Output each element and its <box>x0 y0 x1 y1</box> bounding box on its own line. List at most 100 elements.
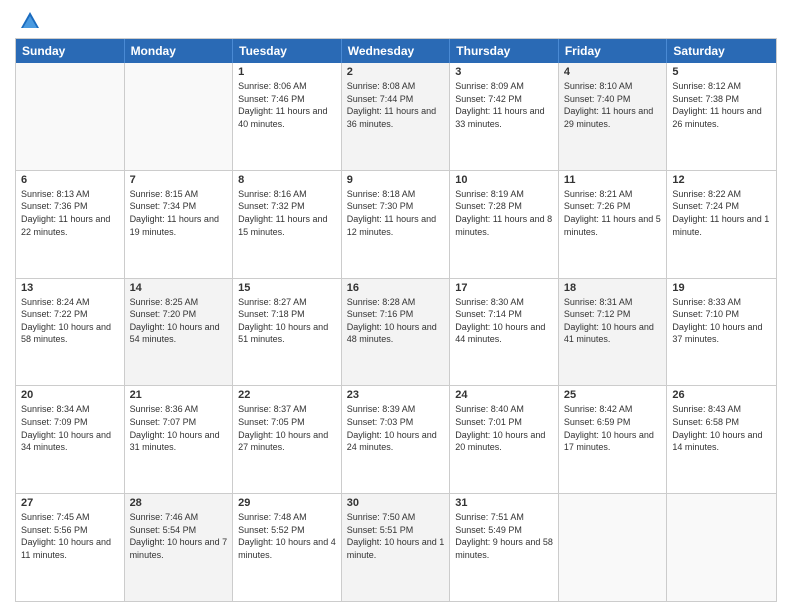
day-cell-6: 6Sunrise: 8:13 AMSunset: 7:36 PMDaylight… <box>16 171 125 278</box>
day-number: 2 <box>347 66 445 78</box>
day-number: 6 <box>21 174 119 186</box>
day-number: 24 <box>455 389 553 401</box>
day-number: 13 <box>21 282 119 294</box>
calendar-week-4: 20Sunrise: 8:34 AMSunset: 7:09 PMDayligh… <box>16 385 776 493</box>
calendar-week-3: 13 Sunrise: 8:24 AMSunset: 7:22 PMDayligh… <box>16 278 776 386</box>
day-info: Sunrise: 8:09 AMSunset: 7:42 PMDaylight:… <box>455 80 553 130</box>
day-cell-20: 20Sunrise: 8:34 AMSunset: 7:09 PMDayligh… <box>16 386 125 493</box>
empty-cell <box>559 494 668 601</box>
logo <box>15 10 41 32</box>
day-info: Sunrise: 8:22 AMSunset: 7:24 PMDaylight:… <box>672 188 771 238</box>
weekday-header-monday: Monday <box>125 39 234 63</box>
day-info: Sunrise: 8:27 AMSunset: 7:18 PMDaylight:… <box>238 296 336 346</box>
day-number: 27 <box>21 497 119 509</box>
day-cell-13: 13 Sunrise: 8:24 AMSunset: 7:22 PMDayligh… <box>16 279 125 386</box>
day-info: Sunrise: 8:15 AMSunset: 7:34 PMDaylight:… <box>130 188 228 238</box>
day-info: Sunrise: 8:31 AMSunset: 7:12 PMDaylight:… <box>564 296 662 346</box>
day-cell-25: 25 Sunrise: 8:42 AMSunset: 6:59 PMDayligh… <box>559 386 668 493</box>
calendar-week-5: 27 Sunrise: 7:45 AMSunset: 5:56 PMDayligh… <box>16 493 776 601</box>
day-info: Sunrise: 8:08 AMSunset: 7:44 PMDaylight:… <box>347 80 445 130</box>
day-number: 11 <box>564 174 662 186</box>
logo-icon <box>19 10 41 32</box>
empty-cell <box>16 63 125 170</box>
day-number: 15 <box>238 282 336 294</box>
day-cell-10: 10Sunrise: 8:19 AMSunset: 7:28 PMDayligh… <box>450 171 559 278</box>
empty-cell <box>667 494 776 601</box>
day-cell-26: 26 Sunrise: 8:43 AMSunset: 6:58 PMDayligh… <box>667 386 776 493</box>
day-number: 29 <box>238 497 336 509</box>
day-cell-8: 8 Sunrise: 8:16 AMSunset: 7:32 PMDaylight… <box>233 171 342 278</box>
weekday-header-sunday: Sunday <box>16 39 125 63</box>
day-cell-27: 27 Sunrise: 7:45 AMSunset: 5:56 PMDayligh… <box>16 494 125 601</box>
day-info: Sunrise: 8:37 AMSunset: 7:05 PMDaylight:… <box>238 403 336 453</box>
day-cell-11: 11 Sunrise: 8:21 AMSunset: 7:26 PMDayligh… <box>559 171 668 278</box>
day-info: Sunrise: 8:16 AMSunset: 7:32 PMDaylight:… <box>238 188 336 238</box>
day-cell-12: 12 Sunrise: 8:22 AMSunset: 7:24 PMDayligh… <box>667 171 776 278</box>
day-number: 1 <box>238 66 336 78</box>
day-cell-31: 31 Sunrise: 7:51 AMSunset: 5:49 PMDayligh… <box>450 494 559 601</box>
day-number: 28 <box>130 497 228 509</box>
day-number: 4 <box>564 66 662 78</box>
day-info: Sunrise: 8:30 AMSunset: 7:14 PMDaylight:… <box>455 296 553 346</box>
day-info: Sunrise: 8:36 AMSunset: 7:07 PMDaylight:… <box>130 403 228 453</box>
weekday-header-thursday: Thursday <box>450 39 559 63</box>
day-number: 25 <box>564 389 662 401</box>
day-cell-3: 3 Sunrise: 8:09 AMSunset: 7:42 PMDaylight… <box>450 63 559 170</box>
calendar-body: 1Sunrise: 8:06 AMSunset: 7:46 PMDaylight… <box>16 63 776 601</box>
day-number: 19 <box>672 282 771 294</box>
calendar-week-2: 6Sunrise: 8:13 AMSunset: 7:36 PMDaylight… <box>16 170 776 278</box>
day-cell-30: 30Sunrise: 7:50 AMSunset: 5:51 PMDayligh… <box>342 494 451 601</box>
day-cell-5: 5Sunrise: 8:12 AMSunset: 7:38 PMDaylight… <box>667 63 776 170</box>
calendar-week-1: 1Sunrise: 8:06 AMSunset: 7:46 PMDaylight… <box>16 63 776 170</box>
day-info: Sunrise: 7:45 AMSunset: 5:56 PMDaylight:… <box>21 511 119 561</box>
weekday-header-wednesday: Wednesday <box>342 39 451 63</box>
day-cell-7: 7 Sunrise: 8:15 AMSunset: 7:34 PMDaylight… <box>125 171 234 278</box>
day-cell-9: 9Sunrise: 8:18 AMSunset: 7:30 PMDaylight… <box>342 171 451 278</box>
day-info: Sunrise: 8:39 AMSunset: 7:03 PMDaylight:… <box>347 403 445 453</box>
day-cell-2: 2 Sunrise: 8:08 AMSunset: 7:44 PMDaylight… <box>342 63 451 170</box>
day-cell-21: 21 Sunrise: 8:36 AMSunset: 7:07 PMDayligh… <box>125 386 234 493</box>
day-info: Sunrise: 7:48 AMSunset: 5:52 PMDaylight:… <box>238 511 336 561</box>
day-number: 23 <box>347 389 445 401</box>
empty-cell <box>125 63 234 170</box>
day-number: 22 <box>238 389 336 401</box>
day-info: Sunrise: 8:18 AMSunset: 7:30 PMDaylight:… <box>347 188 445 238</box>
day-info: Sunrise: 8:10 AMSunset: 7:40 PMDaylight:… <box>564 80 662 130</box>
weekday-header-saturday: Saturday <box>667 39 776 63</box>
day-info: Sunrise: 8:12 AMSunset: 7:38 PMDaylight:… <box>672 80 771 130</box>
day-cell-23: 23 Sunrise: 8:39 AMSunset: 7:03 PMDayligh… <box>342 386 451 493</box>
day-cell-24: 24 Sunrise: 8:40 AMSunset: 7:01 PMDayligh… <box>450 386 559 493</box>
header <box>15 10 777 32</box>
day-cell-17: 17Sunrise: 8:30 AMSunset: 7:14 PMDayligh… <box>450 279 559 386</box>
day-number: 30 <box>347 497 445 509</box>
day-number: 31 <box>455 497 553 509</box>
day-number: 12 <box>672 174 771 186</box>
day-info: Sunrise: 7:51 AMSunset: 5:49 PMDaylight:… <box>455 511 553 561</box>
day-cell-1: 1Sunrise: 8:06 AMSunset: 7:46 PMDaylight… <box>233 63 342 170</box>
day-info: Sunrise: 8:42 AMSunset: 6:59 PMDaylight:… <box>564 403 662 453</box>
day-number: 7 <box>130 174 228 186</box>
day-info: Sunrise: 8:24 AMSunset: 7:22 PMDaylight:… <box>21 296 119 346</box>
day-info: Sunrise: 8:25 AMSunset: 7:20 PMDaylight:… <box>130 296 228 346</box>
day-cell-4: 4 Sunrise: 8:10 AMSunset: 7:40 PMDaylight… <box>559 63 668 170</box>
day-number: 18 <box>564 282 662 294</box>
day-info: Sunrise: 8:43 AMSunset: 6:58 PMDaylight:… <box>672 403 771 453</box>
weekday-header-tuesday: Tuesday <box>233 39 342 63</box>
day-info: Sunrise: 7:46 AMSunset: 5:54 PMDaylight:… <box>130 511 228 561</box>
day-number: 26 <box>672 389 771 401</box>
day-info: Sunrise: 8:33 AMSunset: 7:10 PMDaylight:… <box>672 296 771 346</box>
day-cell-18: 18 Sunrise: 8:31 AMSunset: 7:12 PMDayligh… <box>559 279 668 386</box>
day-info: Sunrise: 8:40 AMSunset: 7:01 PMDaylight:… <box>455 403 553 453</box>
day-cell-29: 29 Sunrise: 7:48 AMSunset: 5:52 PMDayligh… <box>233 494 342 601</box>
page: SundayMondayTuesdayWednesdayThursdayFrid… <box>0 0 792 612</box>
day-number: 16 <box>347 282 445 294</box>
day-number: 21 <box>130 389 228 401</box>
day-number: 3 <box>455 66 553 78</box>
day-info: Sunrise: 8:34 AMSunset: 7:09 PMDaylight:… <box>21 403 119 453</box>
day-cell-14: 14 Sunrise: 8:25 AMSunset: 7:20 PMDayligh… <box>125 279 234 386</box>
day-number: 14 <box>130 282 228 294</box>
day-info: Sunrise: 8:21 AMSunset: 7:26 PMDaylight:… <box>564 188 662 238</box>
day-cell-16: 16Sunrise: 8:28 AMSunset: 7:16 PMDayligh… <box>342 279 451 386</box>
calendar: SundayMondayTuesdayWednesdayThursdayFrid… <box>15 38 777 602</box>
day-number: 8 <box>238 174 336 186</box>
